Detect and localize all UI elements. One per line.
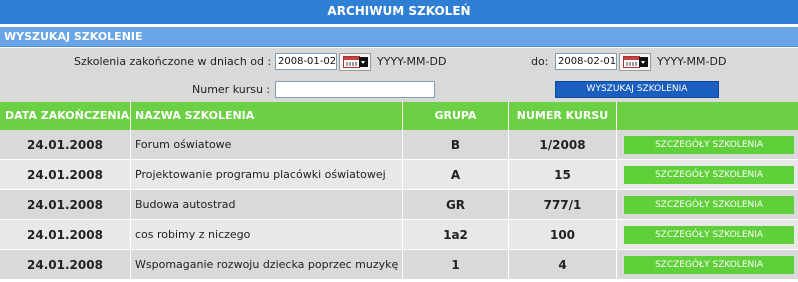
cell-course-number: 15	[509, 160, 617, 190]
calendar-icon	[623, 56, 640, 68]
course-number-input[interactable]	[275, 81, 435, 98]
date-to-input[interactable]	[555, 53, 617, 70]
column-header-actions	[617, 102, 798, 130]
table-row: 24.01.2008 Wspomaganie rozwoju dziecka p…	[0, 250, 798, 280]
course-details-button[interactable]: SZCZEGÓŁY SZKOLENIA	[624, 136, 794, 154]
course-details-button[interactable]: SZCZEGÓŁY SZKOLENIA	[624, 166, 794, 184]
cell-course-number: 1/2008	[509, 130, 617, 160]
cell-course-name: Wspomaganie rozwoju dziecka poprzec muzy…	[131, 250, 403, 280]
cell-end-date: 24.01.2008	[0, 160, 131, 190]
cell-course-name: Projektowanie programu placówki oświatow…	[131, 160, 403, 190]
cell-course-number: 4	[509, 250, 617, 280]
cell-course-number: 777/1	[509, 190, 617, 220]
column-header-course-name: NAZWA SZKOLENIA	[131, 102, 403, 130]
chevron-down-icon	[359, 57, 368, 67]
cell-course-name: Budowa autostrad	[131, 190, 403, 220]
table-header: DATA ZAKOŃCZENIA NAZWA SZKOLENIA GRUPA N…	[0, 102, 798, 130]
table-row: 24.01.2008 Budowa autostrad GR 777/1 SZC…	[0, 190, 798, 220]
calendar-icon	[343, 56, 360, 68]
date-to-format-hint: YYYY-MM-DD	[657, 55, 727, 68]
cell-group: 1a2	[403, 220, 509, 250]
column-header-end-date: DATA ZAKOŃCZENIA	[0, 102, 131, 130]
column-header-group: GRUPA	[403, 102, 509, 130]
date-from-format-hint: YYYY-MM-DD	[377, 55, 447, 68]
cell-group: GR	[403, 190, 509, 220]
course-number-label: Numer kursu :	[192, 83, 271, 96]
column-header-course-number: NUMER KURSU	[509, 102, 617, 130]
chevron-down-icon	[639, 57, 648, 67]
table-row: 24.01.2008 Forum oświatowe B 1/2008 SZCZ…	[0, 130, 798, 160]
cell-end-date: 24.01.2008	[0, 130, 131, 160]
date-from-calendar-button[interactable]	[339, 53, 371, 71]
cell-course-number: 100	[509, 220, 617, 250]
course-details-button[interactable]: SZCZEGÓŁY SZKOLENIA	[624, 226, 794, 244]
cell-end-date: 24.01.2008	[0, 190, 131, 220]
date-from-label: Szkolenia zakończone w dniach od :	[74, 55, 272, 68]
table-row: 24.01.2008 cos robimy z niczego 1a2 100 …	[0, 220, 798, 250]
cell-group: B	[403, 130, 509, 160]
course-details-button[interactable]: SZCZEGÓŁY SZKOLENIA	[624, 196, 794, 214]
cell-end-date: 24.01.2008	[0, 220, 131, 250]
search-courses-button[interactable]: WYSZUKAJ SZKOLENIA	[555, 81, 719, 98]
date-to-label: do:	[531, 55, 549, 68]
page-title: ARCHIWUM SZKOLEŃ	[0, 0, 798, 24]
table-row: 24.01.2008 Projektowanie programu placów…	[0, 160, 798, 190]
date-from-input[interactable]	[275, 53, 337, 70]
cell-course-name: Forum oświatowe	[131, 130, 403, 160]
search-panel: Szkolenia zakończone w dniach od : YYYY-…	[0, 48, 798, 102]
cell-group: 1	[403, 250, 509, 280]
cell-course-name: cos robimy z niczego	[131, 220, 403, 250]
course-details-button[interactable]: SZCZEGÓŁY SZKOLENIA	[624, 256, 794, 274]
date-to-calendar-button[interactable]	[619, 53, 651, 71]
search-section-header: WYSZUKAJ SZKOLENIE	[0, 27, 798, 47]
cell-group: A	[403, 160, 509, 190]
cell-end-date: 24.01.2008	[0, 250, 131, 280]
